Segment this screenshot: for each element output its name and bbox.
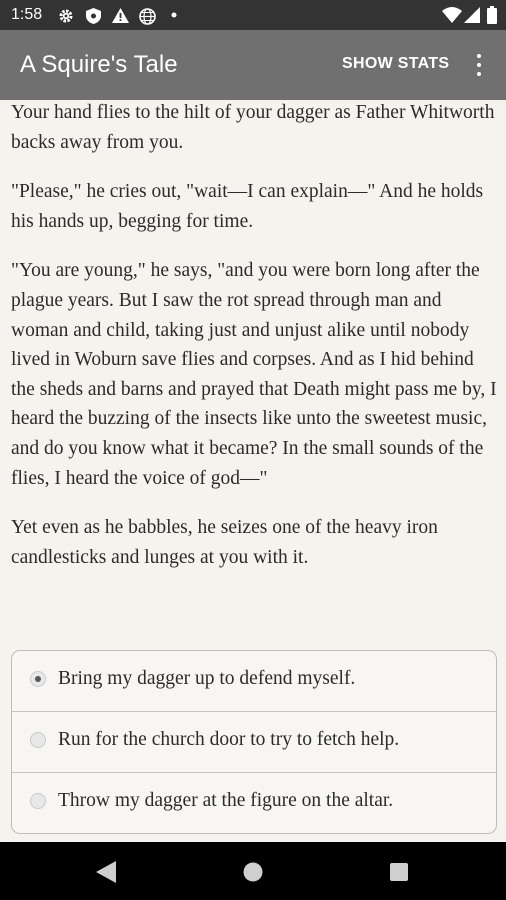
show-stats-button[interactable]: SHOW STATS [342, 55, 449, 73]
story-paragraph: "Please," he cries out, "wait—I can expl… [11, 181, 484, 232]
status-bar: 1:58 [0, 0, 506, 30]
dot-icon [171, 12, 177, 18]
signal-icon [464, 7, 480, 23]
choice-list: Bring my dagger up to defend myself. Run… [11, 650, 497, 834]
choice-option[interactable]: Throw my dagger at the figure on the alt… [12, 773, 496, 833]
wifi-icon [442, 7, 462, 23]
app-title: A Squire's Tale [20, 51, 178, 78]
choice-label: Bring my dagger up to defend myself. [58, 668, 356, 689]
choice-label: Throw my dagger at the figure on the alt… [58, 790, 394, 811]
shield-icon [86, 8, 101, 24]
radio-button-selected[interactable] [30, 671, 46, 687]
app-bar: A Squire's Tale SHOW STATS [0, 30, 506, 100]
story-paragraph: Yet even as he babbles, he seizes one of… [11, 517, 438, 568]
status-time: 1:58 [11, 6, 43, 23]
story-paragraph: Your hand flies to the hilt of your dagg… [11, 102, 495, 153]
choice-option[interactable]: Bring my dagger up to defend myself. [12, 651, 496, 712]
more-vert-icon[interactable] [470, 52, 488, 78]
story-paragraph: "You are young," he says, "and you were … [11, 260, 497, 489]
choice-label: Run for the church door to try to fetch … [58, 729, 400, 750]
globe-icon [139, 8, 156, 25]
alert-icon [112, 8, 129, 23]
battery-icon [487, 6, 497, 24]
back-icon[interactable] [96, 861, 116, 883]
radio-button[interactable] [30, 732, 46, 748]
choice-option[interactable]: Run for the church door to try to fetch … [12, 712, 496, 773]
radio-button[interactable] [30, 793, 46, 809]
story-text: Your hand flies to the hilt of your dagg… [11, 98, 499, 592]
settings-icon [59, 9, 73, 23]
recents-icon[interactable] [390, 863, 408, 881]
navigation-bar [0, 842, 506, 900]
home-icon[interactable] [243, 862, 263, 882]
